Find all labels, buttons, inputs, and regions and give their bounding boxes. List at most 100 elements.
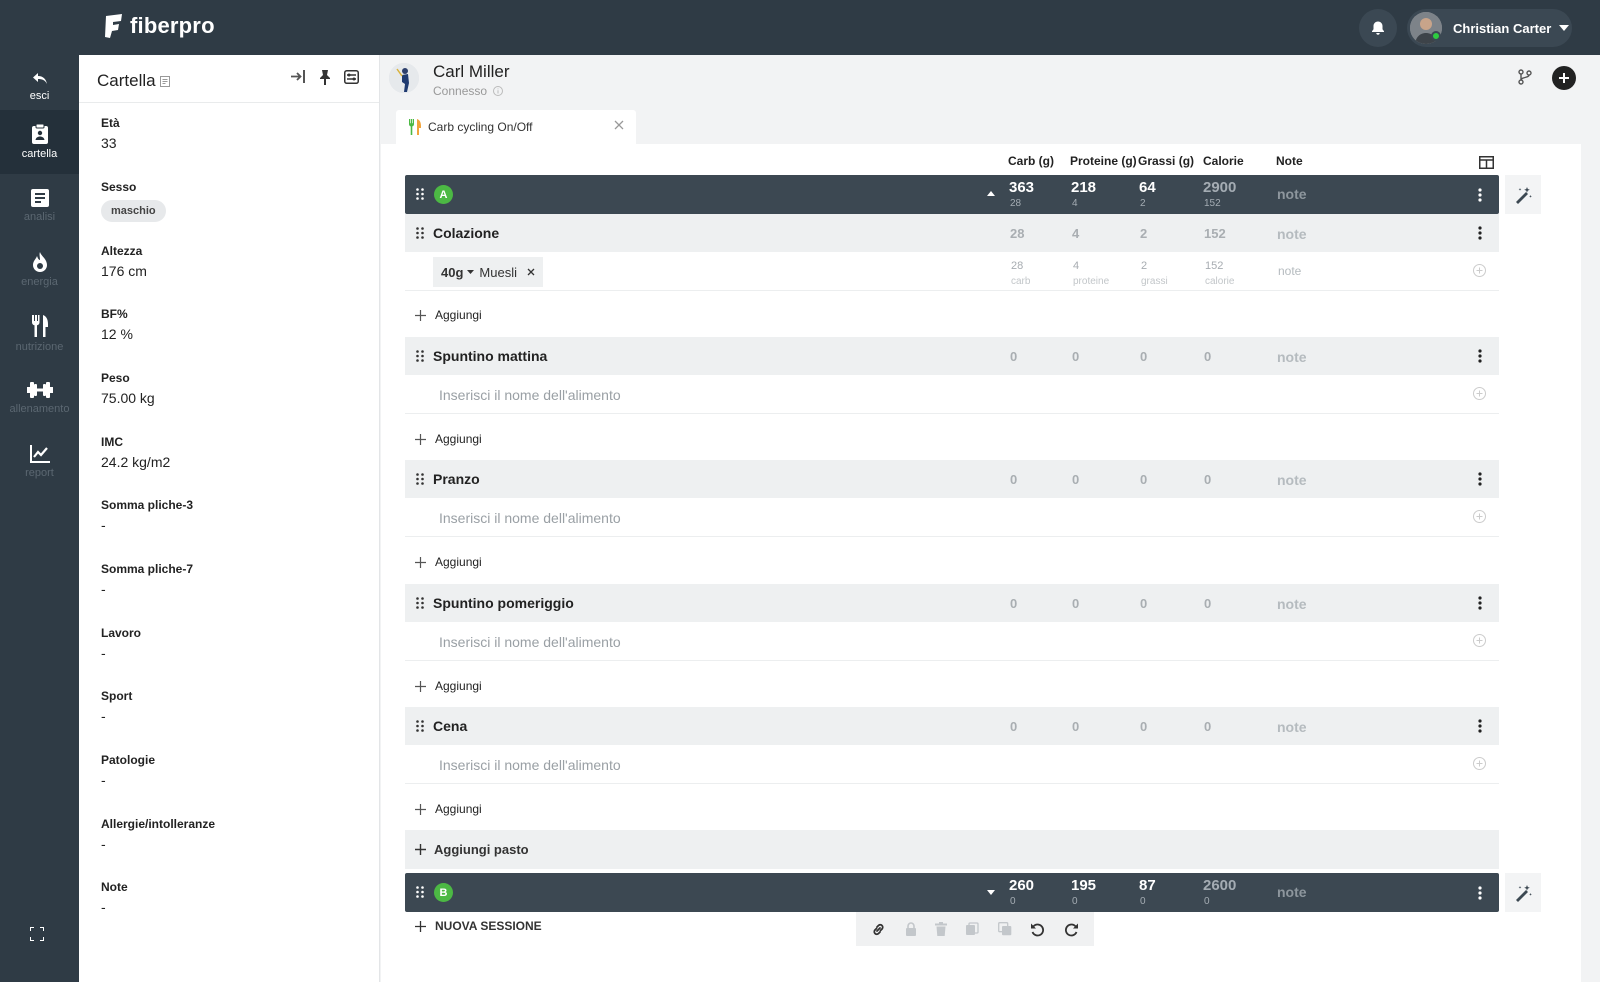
add-circle-icon[interactable]: [1473, 634, 1486, 647]
branch-icon[interactable]: [1518, 69, 1532, 85]
meal-note[interactable]: note: [1277, 226, 1307, 242]
food-search-input[interactable]: Inserisci il nome dell'alimento: [439, 757, 621, 773]
auto-fill-button[interactable]: [1505, 175, 1541, 214]
kebab-menu-icon[interactable]: [1478, 719, 1482, 733]
food-quantity[interactable]: 40g: [441, 265, 463, 280]
kebab-menu-icon[interactable]: [1478, 349, 1482, 363]
caret-up-icon[interactable]: [987, 191, 995, 196]
kebab-menu-icon[interactable]: [1478, 472, 1482, 486]
add-food-button[interactable]: Aggiungi: [415, 679, 482, 693]
caret-down-icon[interactable]: [467, 270, 475, 274]
food-carb: 28: [1011, 260, 1024, 272]
add-food-button[interactable]: Aggiungi: [415, 802, 482, 816]
session-note[interactable]: note: [1277, 884, 1307, 900]
meal-protein: 0: [1072, 472, 1080, 487]
session-row-b[interactable]: B 260 0 195 0 87 0 2600 0 note: [405, 873, 1499, 912]
drag-handle-icon[interactable]: [416, 188, 424, 200]
plan-editor: Carb (g) Proteine (g) Grassi (g) Calorie…: [381, 144, 1581, 982]
column-header-protein: Proteine (g): [1070, 154, 1137, 168]
pin-icon[interactable]: [319, 70, 331, 85]
brand-logo[interactable]: fiberpro: [104, 13, 215, 39]
food-item-tag[interactable]: 40g Muesli: [433, 257, 543, 287]
close-icon[interactable]: [527, 268, 535, 276]
sidebar-item-allenamento[interactable]: allenamento: [0, 366, 79, 430]
add-meal-button[interactable]: Aggiungi pasto: [405, 830, 1499, 869]
meal-row-pranzo[interactable]: Pranzo 0 0 0 0 note: [405, 460, 1499, 498]
add-food-label: Aggiungi: [435, 679, 482, 693]
session-note[interactable]: note: [1277, 186, 1307, 202]
undo-icon[interactable]: [1030, 922, 1045, 937]
meal-row-spuntino-pomeriggio[interactable]: Spuntino pomeriggio 0 0 0 0 note: [405, 584, 1499, 622]
new-session-button[interactable]: NUOVA SESSIONE: [415, 919, 542, 933]
sidebar-item-report[interactable]: report: [0, 430, 79, 494]
drag-handle-icon[interactable]: [416, 597, 424, 609]
copy-icon[interactable]: [965, 922, 980, 936]
add-circle-icon[interactable]: [1473, 510, 1486, 523]
meal-row-colazione[interactable]: Colazione 28 4 2 152 note: [405, 214, 1499, 252]
sidebar-item-cartella[interactable]: cartella: [0, 110, 79, 174]
notifications-button[interactable]: [1359, 9, 1397, 47]
field-value: 24.2 kg/m2: [101, 454, 171, 470]
food-protein: 4: [1073, 260, 1080, 272]
meal-name: Cena: [433, 718, 468, 734]
fullscreen-button[interactable]: [30, 927, 44, 941]
meal-row-cena[interactable]: Cena 0 0 0 0 note: [405, 707, 1499, 745]
redo-icon[interactable]: [1064, 922, 1079, 937]
add-food-button[interactable]: Aggiungi: [415, 308, 482, 322]
kebab-menu-icon[interactable]: [1478, 886, 1482, 900]
caret-down-icon[interactable]: [987, 890, 995, 895]
drag-handle-icon[interactable]: [416, 227, 424, 239]
kebab-menu-icon[interactable]: [1478, 226, 1482, 240]
field-value: -: [101, 645, 106, 661]
kebab-menu-icon[interactable]: [1478, 188, 1482, 202]
drag-handle-icon[interactable]: [416, 350, 424, 362]
kebab-menu-icon[interactable]: [1478, 596, 1482, 610]
flame-icon: [32, 252, 47, 272]
trash-icon[interactable]: [935, 922, 948, 936]
add-circle-icon[interactable]: [1473, 264, 1486, 277]
food-search-input[interactable]: Inserisci il nome dell'alimento: [439, 510, 621, 526]
user-menu-button[interactable]: Christian Carter: [1407, 9, 1572, 47]
link-icon[interactable]: [871, 922, 886, 937]
online-status-dot: [1431, 31, 1441, 41]
sidebar-item-nutrizione[interactable]: nutrizione: [0, 302, 79, 366]
lock-icon[interactable]: [905, 922, 917, 936]
meal-carb: 0: [1010, 472, 1018, 487]
add-circle-icon[interactable]: [1473, 757, 1486, 770]
auto-fill-button[interactable]: [1505, 873, 1541, 912]
sidebar-item-energia[interactable]: energia: [0, 238, 79, 302]
panel-toolbar: [291, 70, 359, 85]
meal-note[interactable]: note: [1277, 596, 1307, 612]
meal-note[interactable]: note: [1277, 472, 1307, 488]
list-settings-icon[interactable]: [344, 70, 359, 84]
meal-protein: 0: [1072, 719, 1080, 734]
drag-handle-icon[interactable]: [416, 720, 424, 732]
session-row-a[interactable]: A 363 28 218 4 64 2 2900 152 note: [405, 175, 1499, 214]
meal-note[interactable]: note: [1277, 349, 1307, 365]
add-circle-icon[interactable]: [1473, 387, 1486, 400]
food-input-row: Inserisci il nome dell'alimento: [405, 745, 1499, 784]
document-small-icon[interactable]: [160, 76, 171, 88]
sidebar-item-analisi[interactable]: analisi: [0, 174, 79, 238]
add-food-button[interactable]: Aggiungi: [415, 432, 482, 446]
meal-row-spuntino-mattina[interactable]: Spuntino mattina 0 0 0 0 note: [405, 337, 1499, 375]
close-icon[interactable]: [614, 120, 624, 130]
add-plan-button[interactable]: [1552, 66, 1576, 90]
tab-carb-cycling[interactable]: Carb cycling On/Off: [396, 110, 636, 144]
meal-note[interactable]: note: [1277, 719, 1307, 735]
panel-header: Cartella: [79, 55, 379, 103]
drag-handle-icon[interactable]: [416, 886, 424, 898]
collapse-panel-icon[interactable]: [291, 70, 306, 83]
meal-carb: 0: [1010, 719, 1018, 734]
add-food-button[interactable]: Aggiungi: [415, 555, 482, 569]
food-note[interactable]: note: [1278, 264, 1301, 278]
food-search-input[interactable]: Inserisci il nome dell'alimento: [439, 387, 621, 403]
food-search-input[interactable]: Inserisci il nome dell'alimento: [439, 634, 621, 650]
info-icon[interactable]: [493, 86, 504, 96]
meal-protein: 0: [1072, 596, 1080, 611]
columns-layout-icon[interactable]: [1479, 156, 1494, 169]
duplicate-icon[interactable]: [997, 922, 1012, 936]
meal-calories: 152: [1204, 226, 1226, 241]
sidebar: esci cartella analisi energia nutrizione…: [0, 55, 79, 982]
drag-handle-icon[interactable]: [416, 473, 424, 485]
